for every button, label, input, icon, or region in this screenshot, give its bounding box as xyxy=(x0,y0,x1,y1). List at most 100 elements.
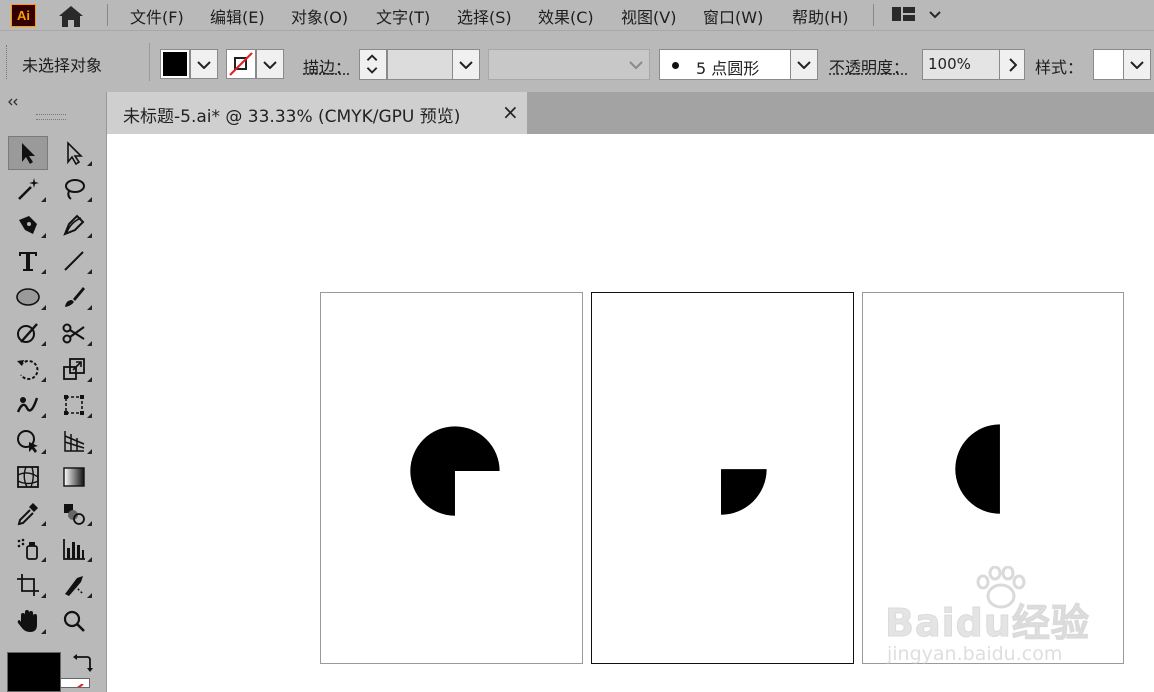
rotate-icon xyxy=(17,360,39,380)
menu-bar: Ai 文件(F) 编辑(E) 对象(O) 文字(T) 选择(S) 效果(C) 视… xyxy=(0,0,1154,30)
stroke-label[interactable]: 描边： xyxy=(303,54,351,78)
direct-selection-tool[interactable] xyxy=(54,136,94,170)
ellipse-tool[interactable] xyxy=(8,280,48,314)
brush-dropdown[interactable] xyxy=(790,49,818,80)
type-tool[interactable] xyxy=(8,244,48,278)
symbol-sprayer-tool[interactable] xyxy=(8,532,48,566)
ellipse-icon xyxy=(16,288,40,306)
style-dropdown[interactable] xyxy=(1123,49,1151,80)
hand-tool[interactable] xyxy=(8,604,48,638)
artboard-2-artwork xyxy=(721,469,767,515)
app-logo-text: Ai xyxy=(17,8,30,23)
chevron-down-icon xyxy=(197,61,211,69)
menu-type[interactable]: 文字(T) xyxy=(376,4,430,28)
brush-definition-field[interactable]: 5 点圆形 xyxy=(659,49,791,80)
menu-select[interactable]: 选择(S) xyxy=(457,4,512,28)
variable-width-profile[interactable] xyxy=(488,49,650,80)
menu-edit[interactable]: 编辑(E) xyxy=(210,4,265,28)
shape-builder-tool[interactable] xyxy=(8,424,48,458)
warp-tool[interactable] xyxy=(8,388,48,422)
menu-help[interactable]: 帮助(H) xyxy=(792,4,849,28)
symbol-sprayer-icon xyxy=(17,538,38,560)
artboard-1[interactable] xyxy=(320,292,583,664)
free-transform-icon xyxy=(64,395,84,415)
lasso-icon xyxy=(65,179,85,200)
eyedropper-tool[interactable] xyxy=(8,496,48,530)
magic-wand-tool[interactable] xyxy=(8,172,48,206)
free-transform-tool[interactable] xyxy=(54,388,94,422)
slice-knife-icon xyxy=(65,576,84,596)
paintbrush-tool[interactable] xyxy=(54,280,94,314)
chevron-down-icon xyxy=(263,61,277,69)
artboard-tool[interactable] xyxy=(8,568,48,602)
canvas-area[interactable]: Baidu经验 jingyan.baidu.com xyxy=(107,134,1154,692)
column-graph-icon xyxy=(63,539,85,560)
scissors-tool[interactable] xyxy=(54,316,94,350)
panel-grip[interactable] xyxy=(36,114,66,120)
stroke-weight-stepper[interactable] xyxy=(359,49,387,80)
fill-color-swatch[interactable] xyxy=(7,652,61,692)
grip-handle[interactable] xyxy=(6,45,10,79)
stroke-swatch[interactable] xyxy=(226,49,256,79)
selection-tool[interactable] xyxy=(8,136,48,170)
line-segment-tool[interactable] xyxy=(54,244,94,278)
no-stroke-icon xyxy=(229,52,253,76)
curvature-tool[interactable] xyxy=(54,208,94,242)
opacity-field[interactable]: 100% xyxy=(922,49,1000,80)
pen-icon xyxy=(19,216,37,234)
hand-icon xyxy=(17,610,37,632)
chevron-down-icon xyxy=(459,61,473,69)
chevron-down-icon xyxy=(1130,61,1144,69)
stepper-arrows-icon xyxy=(366,54,378,74)
zoom-tool[interactable] xyxy=(54,604,94,638)
stroke-dropdown[interactable] xyxy=(256,49,284,79)
artboard-icon xyxy=(17,574,39,596)
shaper-tool[interactable] xyxy=(8,316,48,350)
collapse-panel-icon[interactable] xyxy=(6,92,20,106)
home-icon[interactable] xyxy=(56,3,86,29)
artboard-1-artwork xyxy=(410,426,500,516)
stroke-weight-field[interactable] xyxy=(387,49,453,80)
lasso-tool[interactable] xyxy=(54,172,94,206)
stroke-none-swatch[interactable] xyxy=(60,678,90,688)
chevron-right-icon xyxy=(1009,58,1017,72)
direct-selection-arrow-icon xyxy=(67,141,83,166)
baidu-watermark: Baidu经验 jingyan.baidu.com xyxy=(885,566,1145,676)
swap-fill-stroke-icon[interactable] xyxy=(70,652,94,676)
app-logo[interactable]: Ai xyxy=(11,4,36,27)
line-segment-icon xyxy=(64,251,84,271)
paintbrush-icon xyxy=(65,287,85,307)
scale-tool[interactable] xyxy=(54,352,94,386)
brush-dot-icon xyxy=(672,62,679,69)
column-graph-tool[interactable] xyxy=(54,532,94,566)
blend-tool[interactable] xyxy=(54,496,94,530)
close-tab-icon[interactable]: × xyxy=(502,100,519,124)
pen-tool[interactable] xyxy=(8,208,48,242)
stroke-weight-dropdown[interactable] xyxy=(452,49,480,80)
menu-window[interactable]: 窗口(W) xyxy=(703,4,763,28)
artboard-2[interactable] xyxy=(591,292,854,664)
opacity-label[interactable]: 不透明度： xyxy=(829,54,909,78)
slice-tool[interactable] xyxy=(54,568,94,602)
workspace-switcher[interactable] xyxy=(890,5,946,25)
rotate-tool[interactable] xyxy=(8,352,48,386)
fill-swatch[interactable] xyxy=(160,49,190,79)
selection-arrow-icon xyxy=(22,143,35,164)
menu-effect[interactable]: 效果(C) xyxy=(538,4,594,28)
perspective-grid-tool[interactable] xyxy=(54,424,94,458)
menu-view[interactable]: 视图(V) xyxy=(621,4,676,28)
document-tab[interactable]: 未标题-5.ai* @ 33.33% (CMYK/GPU 预览) × xyxy=(107,92,527,134)
half-circle-shape xyxy=(955,424,1000,514)
mesh-tool[interactable] xyxy=(8,460,48,494)
scale-icon xyxy=(63,358,85,380)
perspective-grid-icon xyxy=(64,431,85,452)
opacity-expand-button[interactable] xyxy=(999,49,1025,80)
fill-dropdown[interactable] xyxy=(190,49,218,79)
brush-value: 5 点圆形 xyxy=(696,59,760,78)
gradient-tool[interactable] xyxy=(54,460,94,494)
quarter-pie-shape xyxy=(721,469,767,515)
menu-object[interactable]: 对象(O) xyxy=(291,4,348,28)
control-bar: 未选择对象 描边： 5 点圆形 不透明度： 100% 样式： xyxy=(0,30,1154,93)
menu-file[interactable]: 文件(F) xyxy=(130,4,184,28)
graphic-style-swatch[interactable] xyxy=(1093,49,1124,80)
